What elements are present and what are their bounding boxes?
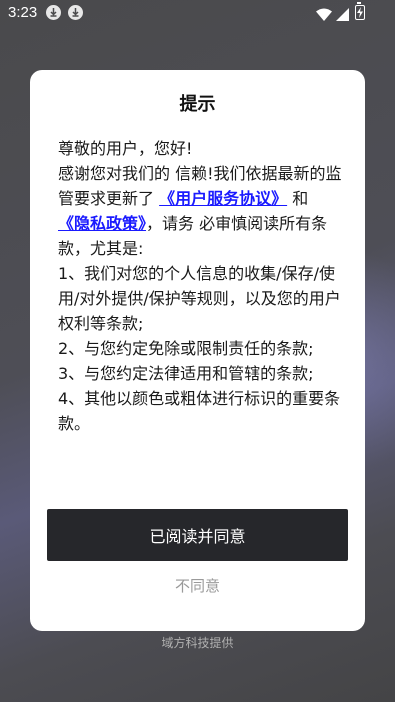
- download-icon: [46, 5, 61, 20]
- term-item-4: 4、其他以颜色或粗体进行标识的重要条 款。: [58, 389, 341, 433]
- greeting-text: 尊敬的用户，您好!: [58, 139, 193, 158]
- app-screen: 3:23 提示 尊敬的用户，您好! 感谢您对我们的 信赖!我们依据最新的监管要求…: [0, 0, 395, 702]
- signal-icon: [336, 6, 349, 25]
- disagree-button[interactable]: 不同意: [30, 575, 365, 596]
- battery-charging-icon: [355, 2, 365, 20]
- wifi-icon: [316, 6, 332, 25]
- privacy-policy-link[interactable]: 《隐私政策》: [58, 214, 146, 233]
- term-item-1: 1、我们对您的个人信息的收集/保存/使 用/对外提供/保护等规则，以及您的用户 …: [58, 264, 341, 333]
- term-item-3: 3、与您约定法律适用和管辖的条款;: [58, 364, 314, 383]
- terms-dialog: 提示 尊敬的用户，您好! 感谢您对我们的 信赖!我们依据最新的监管要求更新了 《…: [30, 70, 365, 631]
- footer-provider-text: 域方科技提供: [161, 636, 234, 650]
- and-text: 和: [287, 189, 309, 208]
- intro-paragraph: 感谢您对我们的 信赖!我们依据最新的监管要求更新了 《用户服务协议》 和 《隐私…: [58, 161, 343, 261]
- user-agreement-link[interactable]: 《用户服务协议》: [159, 189, 287, 208]
- terms-content[interactable]: 尊敬的用户，您好! 感谢您对我们的 信赖!我们依据最新的监管要求更新了 《用户服…: [58, 136, 343, 544]
- status-bar: 3:23: [0, 0, 395, 28]
- term-item-2: 2、与您约定免除或限制责任的条款;: [58, 339, 314, 358]
- status-time: 3:23: [8, 4, 38, 21]
- agree-button[interactable]: 已阅读并同意: [47, 509, 348, 561]
- dialog-title: 提示: [179, 94, 216, 115]
- download-icon: [68, 5, 83, 20]
